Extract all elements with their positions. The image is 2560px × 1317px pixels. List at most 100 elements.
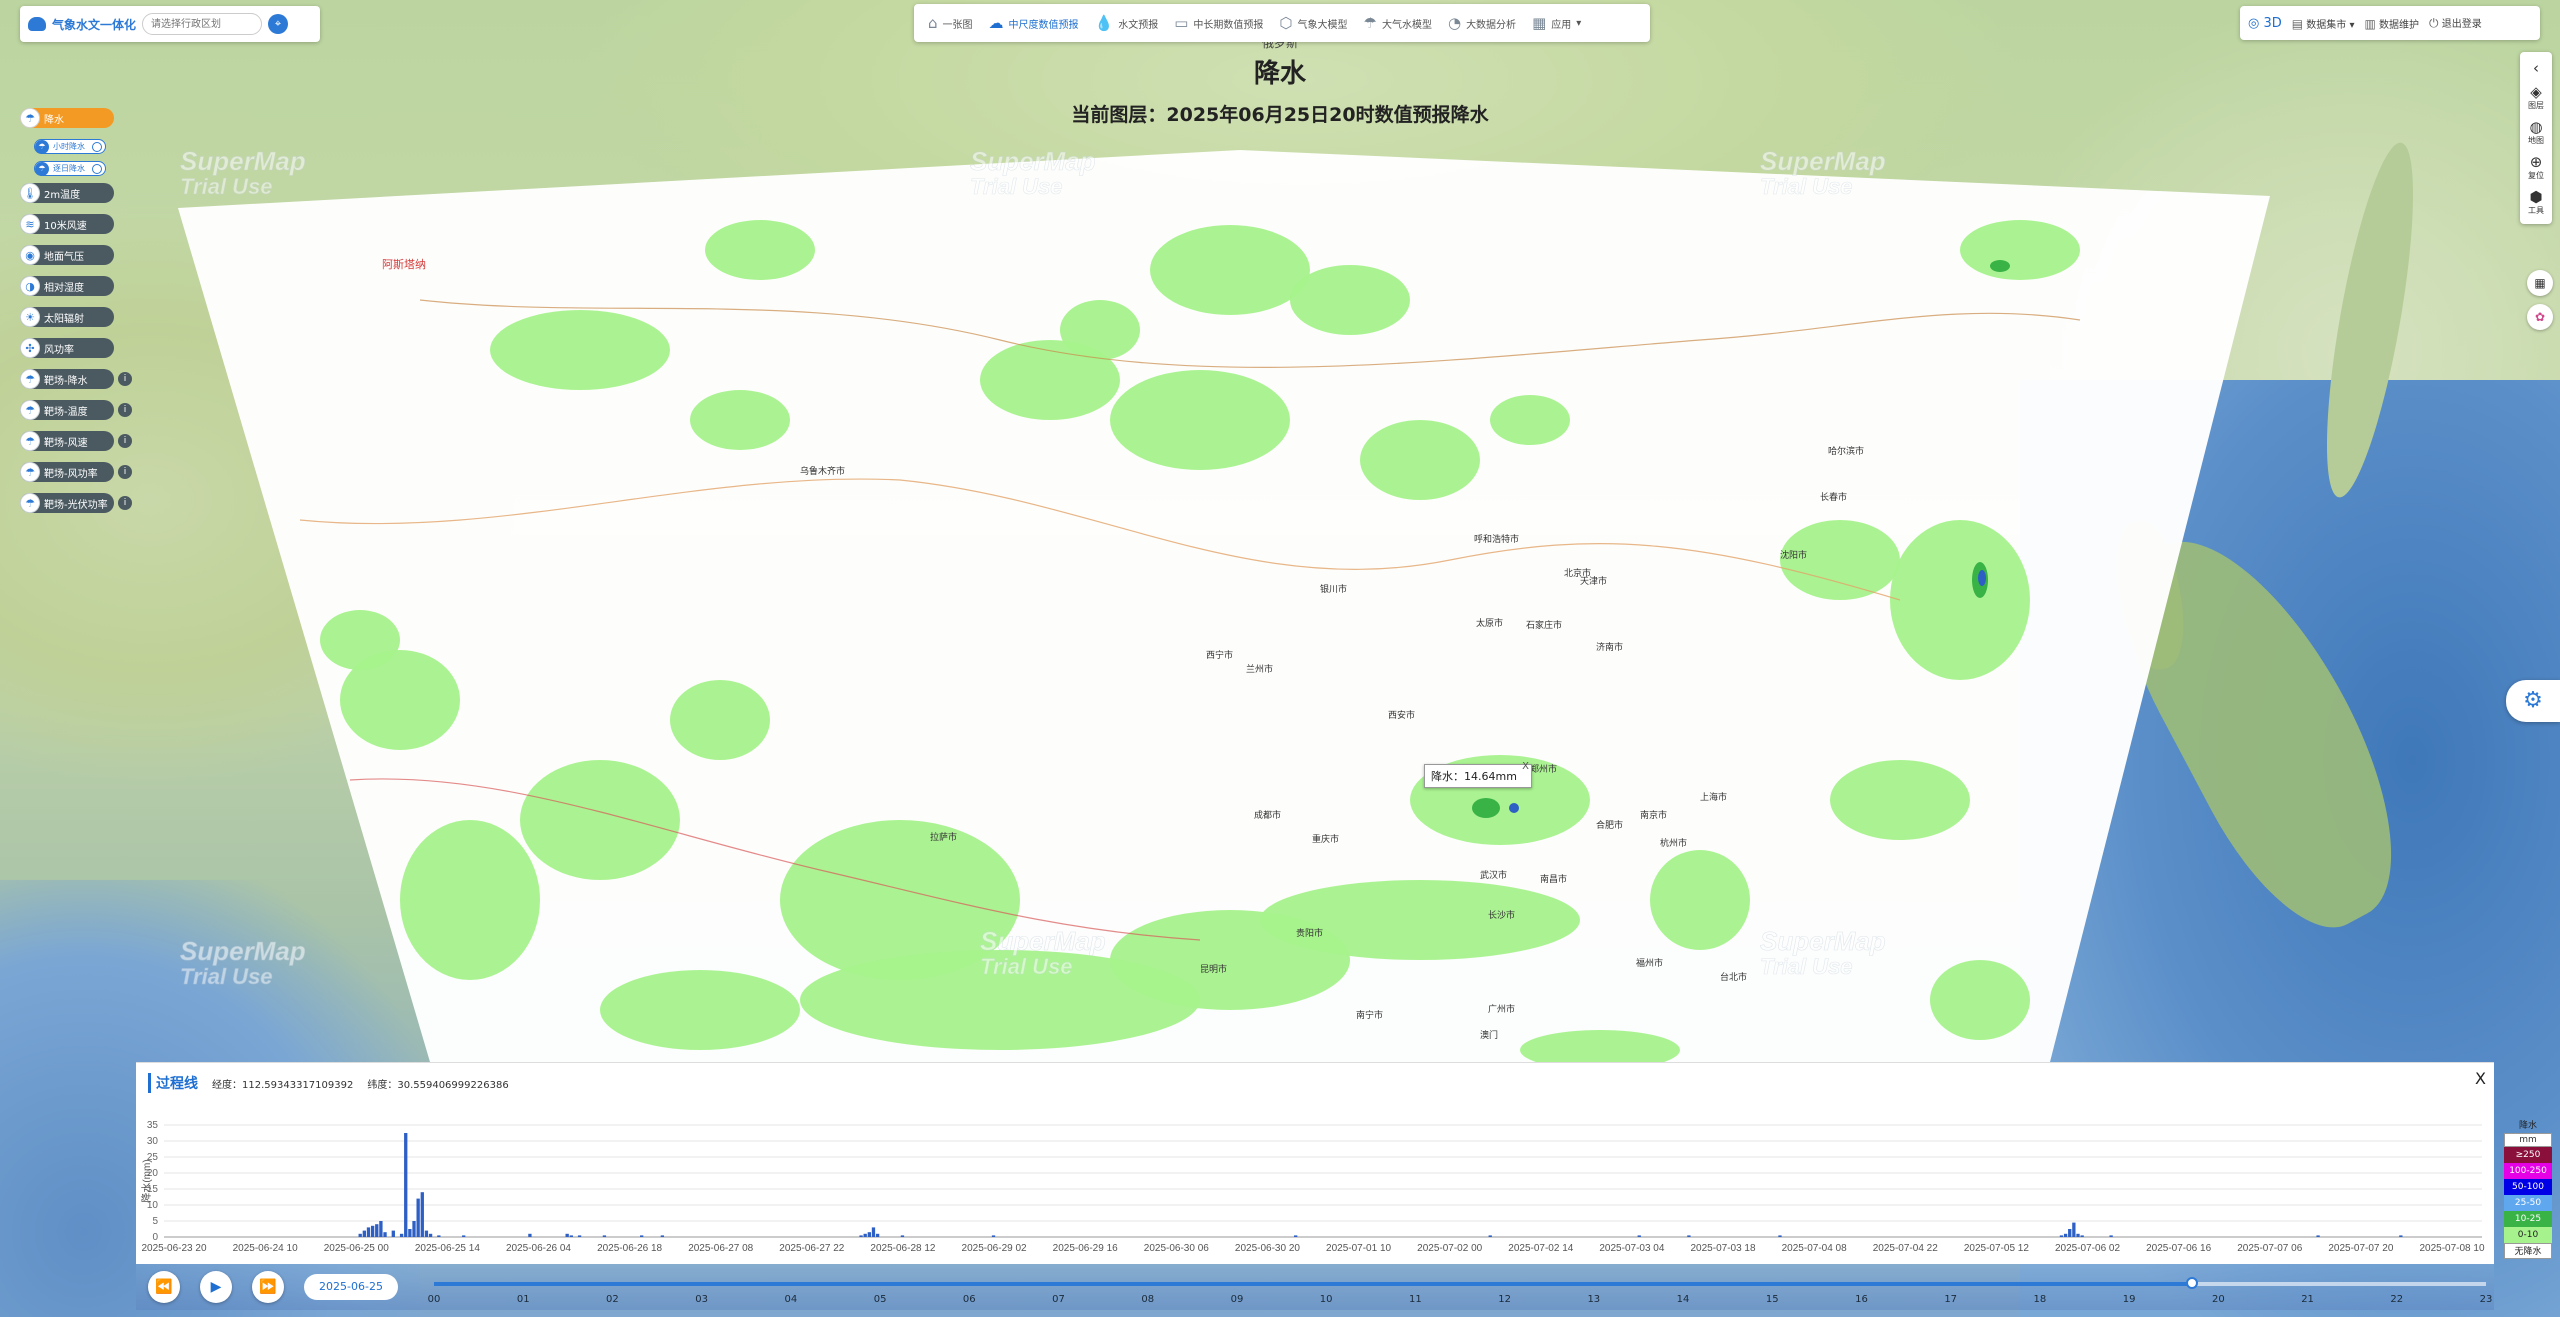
hour-tick[interactable]: 08	[1141, 1294, 1154, 1305]
tool-button[interactable]: ◈ 图层	[2528, 84, 2544, 111]
rewind-button[interactable]: ⏪	[148, 1271, 180, 1303]
info-icon[interactable]: i	[118, 372, 132, 386]
nav-item[interactable]: ⬡ 气象大模型	[1271, 8, 1355, 38]
precip-patch	[1960, 220, 2080, 280]
tool-button[interactable]: ⬢ 工具	[2528, 189, 2544, 216]
info-icon[interactable]: i	[118, 496, 132, 510]
measure-button[interactable]: ✿	[2527, 304, 2553, 330]
tool-button[interactable]: ◍ 地图	[2528, 119, 2544, 146]
nav-item[interactable]: ◔ 大数据分析	[1440, 8, 1524, 38]
hour-tick[interactable]: 19	[2123, 1294, 2136, 1305]
layer-icon: ≋	[20, 214, 40, 234]
hour-tick[interactable]: 00	[428, 1294, 441, 1305]
nav-item[interactable]: ☂ 大气水模型	[1356, 8, 1440, 38]
info-icon[interactable]: i	[118, 465, 132, 479]
play-button[interactable]: ▶	[200, 1271, 232, 1303]
rain-icon: ☂	[35, 161, 49, 176]
layer-item[interactable]: ≋ 10米风速	[20, 214, 114, 234]
x-tick-label: 2025-06-25 14	[415, 1243, 480, 1254]
layer-item[interactable]: ◑ 相对湿度	[20, 276, 114, 296]
hour-tick[interactable]: 03	[695, 1294, 708, 1305]
x-tick-label: 2025-06-26 18	[597, 1243, 662, 1254]
layer-item[interactable]: ☂ 靶场-降水 i	[20, 369, 132, 389]
nav-item[interactable]: ▭ 中长期数值预报	[1166, 8, 1271, 38]
nav-item[interactable]: ▦ 应用 ▾	[1524, 8, 1589, 38]
hour-tick[interactable]: 18	[2034, 1294, 2047, 1305]
collapse-button[interactable]: ‹	[2533, 60, 2539, 76]
toggle-icon[interactable]	[92, 141, 102, 152]
x-tick-label: 2025-07-04 08	[1782, 1243, 1847, 1254]
layer-item[interactable]: ◉ 地面气压	[20, 245, 114, 265]
info-icon[interactable]: i	[118, 434, 132, 448]
hour-tick[interactable]: 11	[1409, 1294, 1422, 1305]
watermark-text: SuperMap	[180, 146, 306, 176]
chart-bar	[2068, 1229, 2072, 1237]
hour-tick[interactable]: 13	[1587, 1294, 1600, 1305]
timeline-bar: ⏪ ▶ ⏩ 2025-06-25 00 01 02 03 04 05 06 07 08 09 10 1…	[136, 1264, 2494, 1310]
toggle-icon[interactable]	[92, 163, 102, 174]
hour-tick[interactable]: 06	[963, 1294, 976, 1305]
data-maintenance-button[interactable]: ▥ 数据维护	[2365, 16, 2420, 31]
chart-bar	[366, 1227, 371, 1237]
cube-icon: ⬡	[1279, 14, 1293, 32]
mode-label: 3D	[2263, 15, 2282, 31]
hour-tick[interactable]: 09	[1231, 1294, 1244, 1305]
chart-bar	[379, 1221, 383, 1237]
hour-tick[interactable]: 20	[2212, 1294, 2225, 1305]
hour-tick[interactable]: 04	[784, 1294, 797, 1305]
side-panel-tab[interactable]: ⚙	[2506, 680, 2560, 722]
precip-patch	[520, 760, 680, 880]
layer-item[interactable]: ☂ 靶场-光伏功率 i	[20, 493, 132, 513]
hour-tick[interactable]: 21	[2301, 1294, 2314, 1305]
place-label: 成都市	[1254, 811, 1282, 821]
precip-patch	[1490, 395, 1570, 445]
place-label: 银川市	[1320, 585, 1348, 595]
hour-tick[interactable]: 15	[1766, 1294, 1779, 1305]
tool-button[interactable]: ⊕ 复位	[2528, 154, 2544, 181]
layer-item[interactable]: ☂ 降水	[20, 108, 114, 128]
info-icon[interactable]: i	[118, 403, 132, 417]
x-tick-label: 2025-06-24 10	[233, 1243, 298, 1254]
popup-close-button[interactable]: X	[1522, 761, 1529, 772]
hour-tick[interactable]: 17	[1944, 1294, 1957, 1305]
hour-tick[interactable]: 07	[1052, 1294, 1065, 1305]
hour-tick[interactable]: 22	[2390, 1294, 2403, 1305]
place-label: 沈阳市	[1780, 551, 1808, 561]
logout-button[interactable]: ⏻ 退出登录	[2429, 15, 2482, 31]
place-label: 天津市	[1580, 577, 1608, 587]
3d-toggle-button[interactable]: ◎ 3D	[2248, 16, 2282, 31]
chart-bar	[991, 1235, 996, 1237]
sublayer-item[interactable]: ☂ 小时降水	[34, 139, 106, 154]
nav-item[interactable]: ☁ 中尺度数值预报	[981, 8, 1087, 38]
layer-list: ☂ 降水 ☂ 小时降水 ☂ 逐日降水 🌡 2m温度 ≋ 10米风速 ◉ 地面气压 ◑ 相对湿度 ☀ 太阳辐射 ✣…	[20, 108, 140, 524]
2d-3d-button[interactable]: ▦	[2527, 270, 2553, 296]
layer-item[interactable]: ☂ 靶场-风功率 i	[20, 462, 132, 482]
layer-item[interactable]: ☀ 太阳辐射	[20, 307, 114, 327]
hour-tick[interactable]: 05	[874, 1294, 887, 1305]
nav-item[interactable]: 💧 水文预报	[1087, 8, 1167, 38]
hour-tick[interactable]: 23	[2480, 1294, 2493, 1305]
timeline-date[interactable]: 2025-06-25	[304, 1274, 398, 1300]
fast-forward-button[interactable]: ⏩	[252, 1271, 284, 1303]
region-select-input[interactable]	[142, 13, 263, 35]
hour-tick[interactable]: 10	[1320, 1294, 1333, 1305]
x-tick-label: 2025-06-23 20	[141, 1243, 206, 1254]
chart-bar	[569, 1235, 573, 1237]
sublayer-item[interactable]: ☂ 逐日降水	[34, 161, 106, 176]
nav-item[interactable]: ⌂ 一张图	[920, 8, 981, 38]
place-label: 贵阳市	[1296, 929, 1324, 939]
timeline-handle[interactable]	[2186, 1277, 2198, 1289]
locate-icon[interactable]: ⌖	[268, 14, 289, 34]
layer-item[interactable]: ☂ 靶场-温度 i	[20, 400, 132, 420]
layer-item[interactable]: ✣ 风功率	[20, 338, 114, 358]
layer-label: 相对湿度	[44, 282, 84, 294]
hour-tick[interactable]: 01	[517, 1294, 530, 1305]
hour-tick[interactable]: 12	[1498, 1294, 1511, 1305]
hour-tick[interactable]: 16	[1855, 1294, 1868, 1305]
hour-tick[interactable]: 02	[606, 1294, 619, 1305]
layer-item[interactable]: 🌡 2m温度	[20, 183, 114, 203]
layer-label: 靶场-温度	[44, 406, 88, 418]
layer-item[interactable]: ☂ 靶场-风速 i	[20, 431, 132, 451]
hour-tick[interactable]: 14	[1677, 1294, 1690, 1305]
data-market-button[interactable]: ▤ 数据集市 ▾	[2292, 16, 2355, 31]
